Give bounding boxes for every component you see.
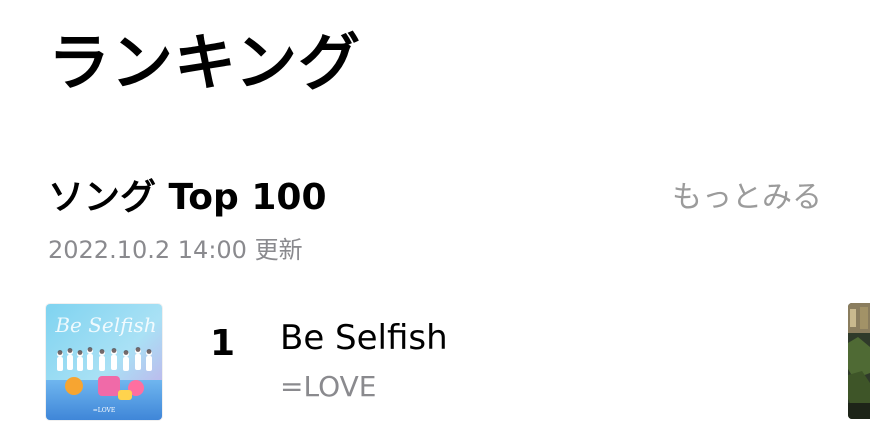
song-title: Be Selfish	[280, 318, 448, 358]
page-title: ランキング	[48, 26, 362, 99]
updated-timestamp: 2022.10.2 14:00 更新	[48, 236, 303, 264]
artwork-title-text: Be Selfish	[54, 313, 156, 337]
see-more-link[interactable]: もっとみる	[672, 180, 822, 216]
album-artwork-image: Be Selfish =LOVE	[46, 304, 162, 420]
section-title: ソング Top 100	[48, 177, 327, 218]
ranking-page: ランキング ソング Top 100 もっとみる 2022.10.2 14:00 …	[0, 0, 870, 438]
next-artwork-image	[848, 303, 870, 419]
album-artwork: Be Selfish =LOVE	[46, 304, 162, 420]
song-artist: =LOVE	[280, 370, 377, 403]
song-row[interactable]: Be Selfish =LOVE 1 Be Selfish =LOVE	[0, 296, 870, 426]
next-item-artwork[interactable]	[848, 303, 870, 419]
artwork-artist-label: =LOVE	[93, 407, 116, 414]
rank-number: 1	[210, 323, 236, 364]
